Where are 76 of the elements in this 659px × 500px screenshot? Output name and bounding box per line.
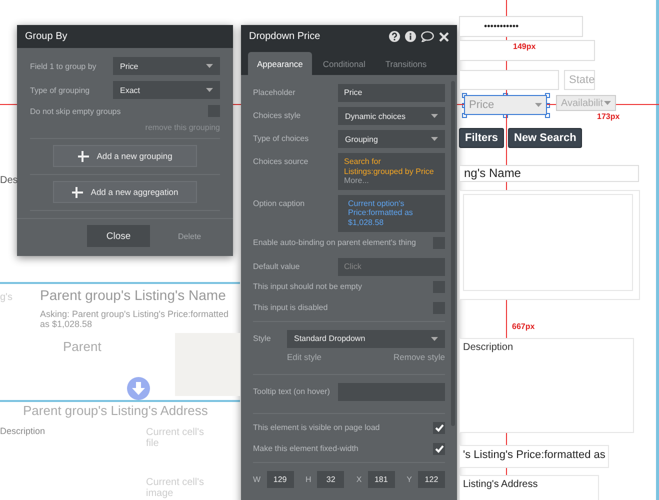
checkmark-icon bbox=[434, 444, 444, 453]
dropdown[interactable]: Dynamic choices bbox=[338, 107, 445, 125]
dropdown[interactable]: Exact bbox=[113, 81, 220, 99]
input-field[interactable] bbox=[459, 40, 595, 61]
field-label: Make this element fixed-width bbox=[253, 444, 358, 454]
dropdown[interactable]: Standard Dropdown bbox=[287, 330, 445, 348]
panel-title: Dropdown Price bbox=[249, 31, 320, 42]
field-label: This element is visible on page load bbox=[253, 423, 380, 432]
map-placeholder bbox=[175, 333, 240, 396]
caret-icon bbox=[431, 114, 438, 118]
expression-field[interactable]: Search for Listings:grouped by Price More... bbox=[338, 153, 445, 190]
plus-icon bbox=[78, 150, 89, 162]
caret-icon bbox=[535, 103, 542, 107]
field-label: Choices source bbox=[253, 156, 308, 166]
measure-label: 149px bbox=[512, 43, 537, 52]
text-element: Description bbox=[459, 338, 634, 433]
field-label: Type of choices bbox=[253, 133, 309, 143]
resize-handle[interactable] bbox=[462, 112, 466, 118]
field-label: H bbox=[306, 474, 312, 484]
text-element: Asking: Parent group's Listing's Price:formatted as $1,028.58 bbox=[40, 310, 230, 330]
text-element: Description bbox=[0, 427, 46, 437]
field-label: Default value bbox=[253, 260, 300, 271]
panel-title: Group By bbox=[25, 31, 68, 42]
measure-label: 173px bbox=[596, 113, 621, 122]
info-icon bbox=[405, 31, 416, 42]
checkmark-icon bbox=[434, 424, 444, 432]
plus-icon bbox=[72, 186, 83, 198]
field-label: Placeholder bbox=[253, 87, 296, 97]
field-label: Option caption bbox=[253, 198, 305, 208]
caret-icon bbox=[206, 88, 213, 92]
action-button[interactable]: New Search bbox=[508, 128, 582, 148]
dropdown[interactable]: Price bbox=[113, 57, 220, 75]
input-field[interactable]: 181 bbox=[368, 470, 395, 488]
input-field[interactable]: Price bbox=[338, 84, 445, 102]
field-label: Do not skip empty groups bbox=[30, 106, 121, 116]
caret-icon bbox=[431, 336, 438, 341]
tab[interactable]: Conditional bbox=[314, 52, 374, 75]
measure-label: 667px bbox=[511, 323, 536, 332]
field-label: Y bbox=[406, 474, 412, 484]
field-label: Field 1 to group by bbox=[30, 62, 96, 70]
input-field[interactable]: 129 bbox=[266, 470, 294, 488]
field-label: Type of grouping bbox=[30, 86, 90, 94]
close-button[interactable]: Close bbox=[87, 225, 150, 247]
text-element: Parent group's Listing's Name bbox=[40, 288, 227, 304]
tab[interactable]: Appearance bbox=[248, 52, 312, 75]
comment-icon bbox=[421, 31, 434, 42]
action-button[interactable]: Filters bbox=[459, 128, 504, 148]
text-element: 's Listing's Price:formatted as bbox=[459, 445, 610, 468]
field-label: X bbox=[356, 474, 362, 484]
caret-icon bbox=[431, 137, 438, 141]
resize-handle[interactable] bbox=[462, 92, 466, 98]
input-field[interactable]: 32 bbox=[317, 470, 344, 488]
dropdown[interactable]: Grouping bbox=[338, 130, 445, 148]
text-element: Listing's Address bbox=[459, 475, 599, 500]
field-label: This input should not be empty bbox=[253, 282, 362, 292]
checkbox[interactable] bbox=[433, 422, 445, 434]
input-field[interactable] bbox=[459, 70, 559, 90]
field-label: Style bbox=[253, 332, 271, 343]
caret-icon bbox=[206, 64, 213, 68]
input-field[interactable]: ••••••••••• bbox=[459, 16, 583, 37]
text-element: Parent bbox=[63, 340, 102, 354]
field-label: Enable auto-binding on parent element's thing bbox=[253, 238, 416, 248]
arrow-down-icon bbox=[127, 377, 150, 400]
input-field[interactable]: 122 bbox=[418, 470, 445, 488]
checkbox[interactable] bbox=[433, 442, 445, 455]
help-icon bbox=[389, 31, 400, 42]
field-label: Tooltip text (on hover) bbox=[253, 386, 330, 396]
tab[interactable]: Transitions bbox=[376, 52, 436, 75]
field-label: Choices style bbox=[253, 110, 301, 120]
close-icon bbox=[439, 32, 449, 42]
field-label: This input is disabled bbox=[253, 303, 328, 312]
input-field[interactable]: ng's Name bbox=[459, 165, 639, 182]
text-element: Parent group's Listing's Address bbox=[23, 404, 209, 418]
add-button[interactable]: Add a new grouping bbox=[53, 145, 197, 167]
field-label: W bbox=[253, 474, 261, 484]
add-button[interactable]: Add a new aggregation bbox=[53, 181, 197, 203]
